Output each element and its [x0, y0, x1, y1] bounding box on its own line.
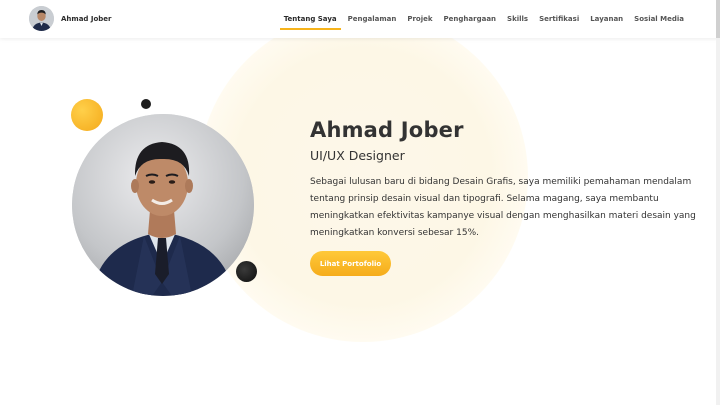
top-navbar: Ahmad Jober Tentang Saya Pengalaman Proj… — [0, 0, 720, 38]
nav-tentang-saya[interactable]: Tentang Saya — [279, 0, 341, 38]
decor-yellow-dot — [71, 99, 103, 131]
nav-skills[interactable]: Skills — [507, 0, 528, 38]
hero-text: Ahmad Jober UI/UX Designer Sebagai lulus… — [310, 118, 700, 242]
nav-penghargaan[interactable]: Penghargaan — [444, 0, 496, 38]
nav-layanan[interactable]: Layanan — [590, 0, 623, 38]
nav-sosial-media[interactable]: Sosial Media — [634, 0, 684, 38]
nav-pengalaman[interactable]: Pengalaman — [348, 0, 397, 38]
brand-name: Ahmad Jober — [61, 14, 112, 23]
avatar — [29, 6, 54, 31]
scrollbar-thumb[interactable] — [716, 0, 720, 38]
nav-sertifikasi[interactable]: Sertifikasi — [539, 0, 579, 38]
brand[interactable]: Ahmad Jober — [29, 6, 112, 31]
view-portfolio-button[interactable]: Lihat Portofolio — [310, 251, 391, 276]
main-menu: Tentang Saya Pengalaman Projek Pengharga… — [279, 0, 684, 38]
profile-photo — [72, 114, 254, 296]
hero-name: Ahmad Jober — [310, 118, 464, 142]
nav-projek[interactable]: Projek — [407, 0, 432, 38]
decor-black-dot-small — [141, 99, 151, 109]
hero-bio: Sebagai lulusan baru di bidang Desain Gr… — [310, 177, 696, 238]
decor-black-dot-large — [236, 261, 257, 282]
hero-role: UI/UX Designer — [310, 148, 405, 163]
scrollbar-track[interactable] — [716, 0, 720, 405]
